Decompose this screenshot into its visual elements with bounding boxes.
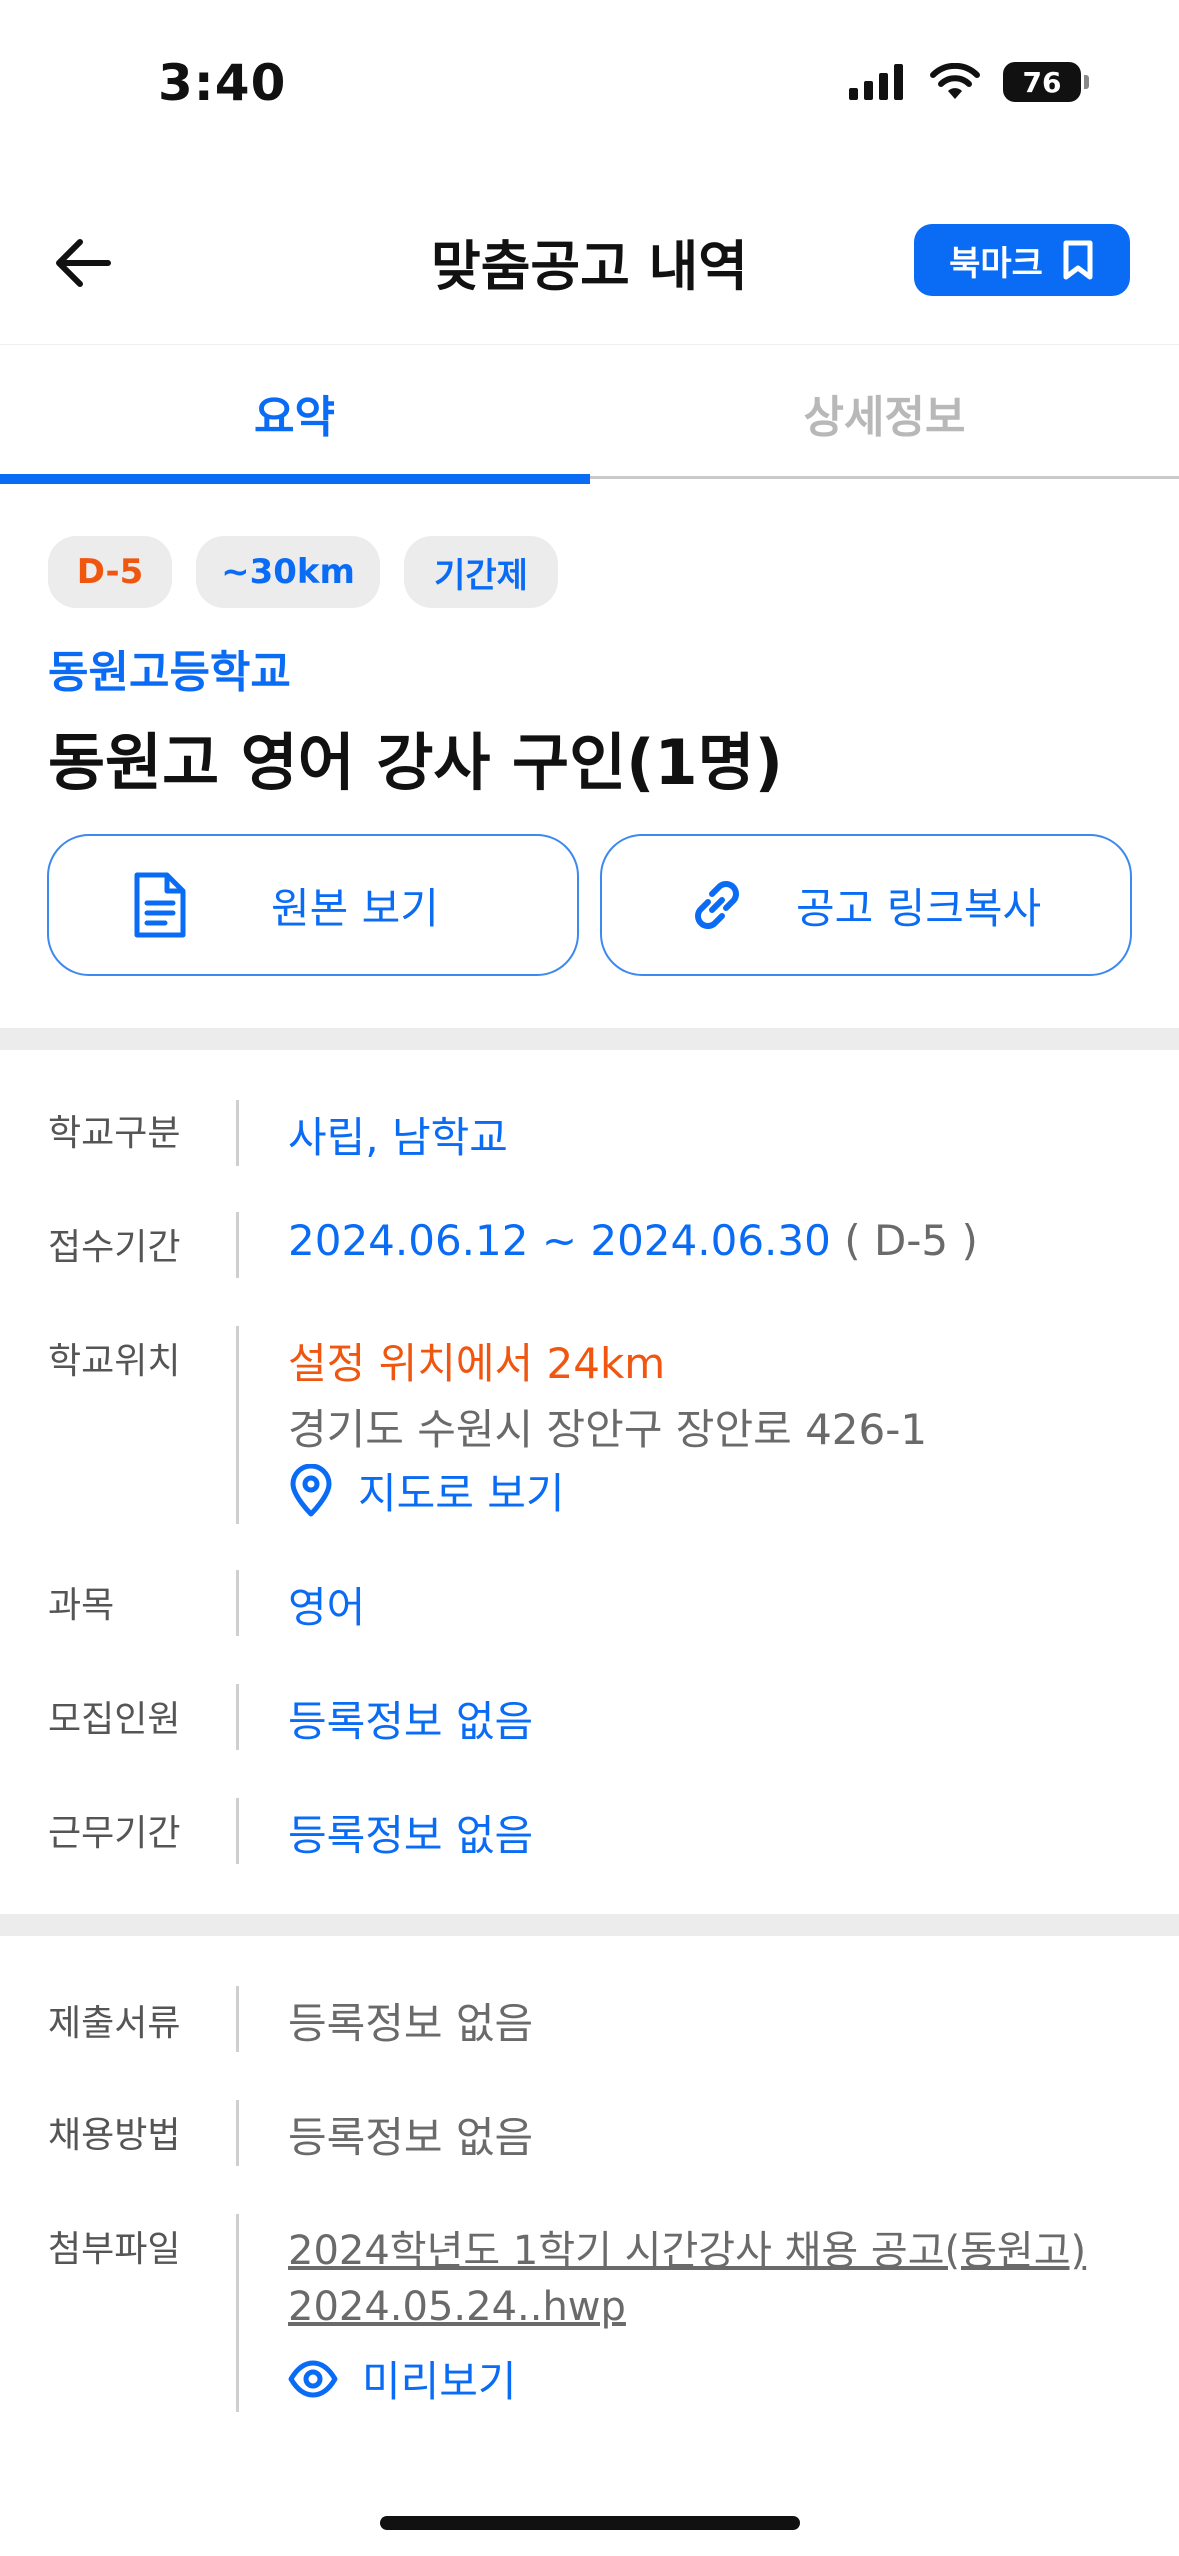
- method-label: 채용방법: [48, 2115, 181, 2156]
- recruits-value: 등록정보 없음: [288, 1697, 534, 1746]
- period-dday: ( D-5 ): [844, 1216, 978, 1265]
- bookmark-button[interactable]: 북마크: [914, 224, 1130, 296]
- tab-details[interactable]: 상세정보: [590, 345, 1179, 481]
- school-type-value: 사립, 남학교: [288, 1113, 508, 1162]
- status-time: 3:40: [158, 54, 287, 112]
- school-name: 동원고등학교: [48, 647, 291, 698]
- row-separator: [236, 1212, 239, 1278]
- preview-link[interactable]: 미리보기: [288, 2348, 517, 2409]
- status-icons: 76: [849, 62, 1089, 102]
- recruits-label: 모집인원: [48, 1699, 181, 1740]
- row-separator: [236, 1986, 239, 2052]
- copy-link-button[interactable]: 공고 링크복사: [600, 834, 1132, 976]
- period-value: 2024.06.12 ~ 2024.06.30 ( D-5 ): [288, 1216, 978, 1265]
- tab-bar: 요약 상세정보: [0, 344, 1179, 489]
- subject-label: 과목: [48, 1585, 115, 1626]
- location-address: 경기도 수원시 장안구 장안로 426-1: [288, 1405, 928, 1454]
- view-original-label: 원본 보기: [271, 883, 439, 933]
- link-icon: [695, 881, 739, 929]
- method-value: 등록정보 없음: [288, 2113, 534, 2162]
- signal-icon: [849, 64, 903, 100]
- copy-link-label: 공고 링크복사: [796, 883, 1042, 933]
- bookmark-icon: [1063, 240, 1093, 280]
- distance-chip: ~30km: [196, 536, 380, 608]
- period-dates: 2024.06.12 ~ 2024.06.30: [288, 1216, 831, 1265]
- row-separator: [236, 1100, 239, 1166]
- tab-active-indicator: [0, 474, 590, 484]
- location-label: 학교위치: [48, 1341, 181, 1382]
- row-separator: [236, 1684, 239, 1750]
- row-separator: [236, 2214, 239, 2412]
- attachment-file-link-cont[interactable]: 2024.05.24..hwp: [288, 2284, 626, 2330]
- attachment-label: 첨부파일: [48, 2229, 181, 2270]
- location-pin-icon: [290, 1463, 332, 1516]
- row-separator: [236, 2100, 239, 2166]
- employment-type-chip: 기간제: [404, 536, 558, 608]
- documents-label: 제출서류: [48, 2003, 181, 2044]
- bookmark-label: 북마크: [949, 243, 1043, 284]
- school-type-label: 학교구분: [48, 1113, 181, 1154]
- row-separator: [236, 1326, 239, 1524]
- attachment-file-link[interactable]: 2024학년도 1학기 시간강사 채용 공고(동원고): [288, 2218, 1086, 2276]
- dday-chip: D-5: [48, 536, 172, 608]
- home-indicator[interactable]: [380, 2516, 800, 2530]
- battery-indicator: 76: [1003, 62, 1089, 102]
- section-divider: [0, 1914, 1179, 1936]
- map-link-label: 지도로 보기: [358, 1469, 565, 1518]
- row-separator: [236, 1798, 239, 1864]
- work-period-value: 등록정보 없음: [288, 1811, 534, 1860]
- eye-icon: [288, 2360, 338, 2397]
- preview-label: 미리보기: [362, 2357, 517, 2406]
- period-label: 접수기간: [48, 1227, 181, 1268]
- view-original-button[interactable]: 원본 보기: [47, 834, 579, 976]
- wifi-icon: [930, 63, 980, 99]
- work-period-label: 근무기간: [48, 1813, 181, 1854]
- map-link[interactable]: 지도로 보기: [288, 1460, 565, 1521]
- row-separator: [236, 1570, 239, 1636]
- location-distance: 설정 위치에서 24km: [288, 1339, 666, 1388]
- tab-summary[interactable]: 요약: [0, 345, 589, 481]
- documents-value: 등록정보 없음: [288, 1999, 534, 2048]
- section-divider: [0, 1028, 1179, 1050]
- document-icon: [134, 872, 186, 938]
- subject-value: 영어: [288, 1583, 366, 1632]
- job-title: 동원고 영어 강사 구인(1명): [48, 726, 783, 799]
